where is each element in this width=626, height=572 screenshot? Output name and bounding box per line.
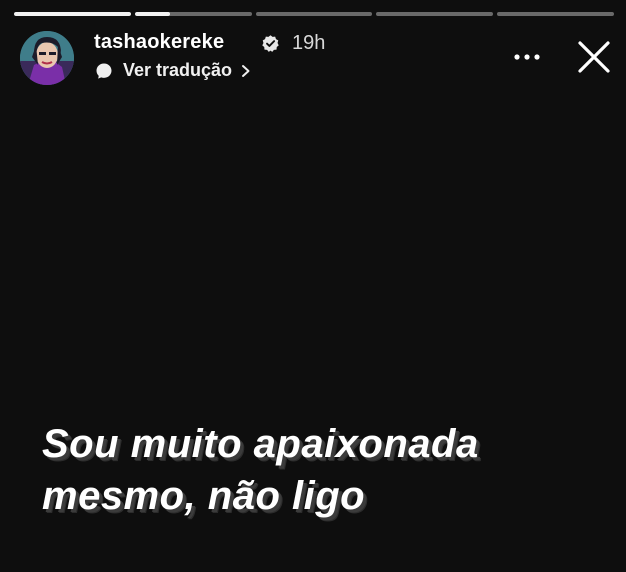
progress-segment: [497, 12, 614, 16]
username-link[interactable]: tashaokereke: [94, 31, 224, 54]
avatar[interactable]: [20, 31, 74, 85]
more-options-icon[interactable]: [510, 48, 544, 66]
see-translation-label: Ver tradução: [123, 60, 233, 80]
verified-badge-icon: [262, 35, 279, 52]
progress-segment: [134, 12, 252, 16]
close-icon[interactable]: [575, 38, 613, 76]
story-caption: Sou muito apaixonada mesmo, não ligo: [42, 418, 479, 522]
chevron-right-icon: [242, 64, 250, 77]
caption-line: Sou muito apaixonada: [42, 422, 479, 466]
post-time: 19h: [292, 32, 326, 54]
see-translation-button[interactable]: Ver tradução: [94, 60, 252, 81]
progress-segment: [376, 12, 494, 16]
progress-segment: [14, 12, 131, 16]
progress-segment: [255, 12, 373, 16]
translation-bubble-icon: [96, 63, 112, 79]
caption-line: mesmo, não ligo: [42, 474, 366, 518]
story-progress-bar: [14, 12, 614, 16]
